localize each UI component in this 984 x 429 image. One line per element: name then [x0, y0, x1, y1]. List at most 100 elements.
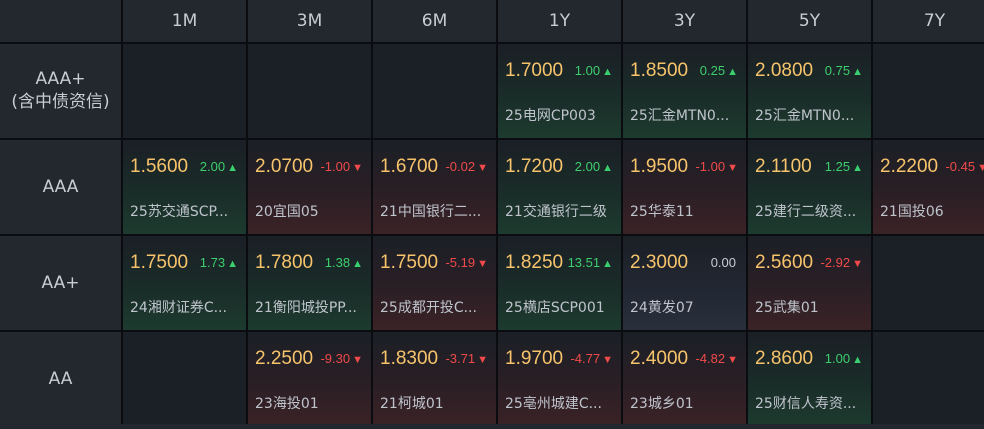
quote-cell[interactable]: 1.5600 2.00 ▲ 25苏交通SCP... [123, 140, 246, 234]
row-header-label: AA+ [41, 272, 80, 293]
yield-value: 1.7500 [130, 252, 189, 273]
quote-cell[interactable]: 1.6700 -0.02 ▼ 21中国银行二... [373, 140, 496, 234]
up-arrow-icon: ▲ [727, 66, 738, 78]
down-arrow-icon: ▼ [727, 354, 738, 366]
up-arrow-icon: ▲ [352, 258, 363, 270]
yield-change: 1.00 ▲ [825, 351, 863, 366]
yield-value: 1.8300 [380, 348, 439, 369]
up-arrow-icon: ▲ [227, 258, 238, 270]
column-header-5y[interactable]: 5Y [748, 0, 871, 42]
bond-name: 21国投06 [880, 204, 944, 220]
row-header-sublabel: (含中债资信) [11, 92, 110, 112]
corner-cell [0, 0, 121, 42]
row-header-label: AAA+ [35, 69, 86, 89]
yield-value: 1.6700 [380, 156, 439, 177]
bond-name: 21衡阳城投PP... [255, 300, 357, 316]
change-value: -4.77 [570, 351, 601, 366]
yield-value: 2.2200 [880, 156, 939, 177]
change-value: 0.00 [710, 255, 736, 270]
bond-name: 25武集01 [755, 300, 819, 316]
yield-change: 0.25 ▲ [700, 63, 738, 78]
bond-name: 25财信人寿资... [755, 396, 857, 412]
column-header-1m[interactable]: 1M [123, 0, 246, 42]
empty-cell [123, 44, 246, 138]
yield-value: 2.3000 [630, 252, 689, 273]
yield-change: -1.00 ▼ [695, 159, 738, 174]
bond-name: 25汇金MTN0... [630, 108, 730, 124]
quote-cell[interactable]: 1.9700 -4.77 ▼ 25亳州城建C... [498, 332, 621, 426]
bond-name: 25苏交通SCP... [130, 204, 229, 220]
empty-cell [873, 332, 984, 426]
up-arrow-icon: ▲ [852, 162, 863, 174]
column-header-3m[interactable]: 3M [248, 0, 371, 42]
up-arrow-icon: ▲ [852, 66, 863, 78]
yield-value: 2.1100 [755, 156, 812, 177]
yield-change: 13.51 ▲ [568, 255, 613, 270]
quote-cell[interactable]: 2.1100 1.25 ▲ 25建行二级资... [748, 140, 871, 234]
empty-cell [873, 44, 984, 138]
quote-cell[interactable]: 2.2500 -9.30 ▼ 23海投01 [248, 332, 371, 426]
quote-cell[interactable]: 2.3000 0.00 24黄发07 [623, 236, 746, 330]
column-header-3y[interactable]: 3Y [623, 0, 746, 42]
column-header-7y[interactable]: 7Y [873, 0, 984, 42]
change-value: 1.73 [199, 255, 226, 270]
yield-value: 2.4000 [630, 348, 689, 369]
yield-change: 0.75 ▲ [825, 63, 863, 78]
bond-name: 25汇金MTN0... [755, 108, 855, 124]
yield-change: 0.00 [711, 255, 736, 270]
yield-value: 1.7800 [255, 252, 314, 273]
yield-value: 2.0800 [755, 60, 814, 81]
empty-cell [373, 44, 496, 138]
column-header-1y[interactable]: 1Y [498, 0, 621, 42]
down-arrow-icon: ▼ [477, 258, 488, 270]
up-arrow-icon: ▲ [602, 162, 613, 174]
yield-change: 2.00 ▲ [575, 159, 613, 174]
yield-value: 1.7200 [505, 156, 564, 177]
empty-cell [123, 332, 246, 426]
quote-cell[interactable]: 2.4000 -4.82 ▼ 23城乡01 [623, 332, 746, 426]
change-value: 1.38 [324, 255, 351, 270]
row-header: AA [0, 332, 121, 426]
row-header-label: AA [48, 368, 73, 389]
bond-name: 25建行二级资... [755, 204, 857, 220]
column-header-6m[interactable]: 6M [373, 0, 496, 42]
quote-cell[interactable]: 1.7500 -5.19 ▼ 25成都开投C... [373, 236, 496, 330]
bond-name: 24湘财证券C... [130, 300, 227, 316]
up-arrow-icon: ▲ [852, 354, 863, 366]
empty-cell [873, 236, 984, 330]
change-value: -1.00 [695, 159, 726, 174]
yield-change: -2.92 ▼ [820, 255, 863, 270]
quote-cell[interactable]: 1.7000 1.00 ▲ 25电网CP003 [498, 44, 621, 138]
bond-name: 20宜国05 [255, 204, 319, 220]
bond-name: 25横店SCP001 [505, 300, 605, 316]
bond-name: 25电网CP003 [505, 108, 596, 124]
yield-change: -9.30 ▼ [320, 351, 363, 366]
change-value: -2.92 [820, 255, 851, 270]
yield-value: 1.8500 [630, 60, 689, 81]
quote-cell[interactable]: 1.8300 -3.71 ▼ 21柯城01 [373, 332, 496, 426]
change-value: -1.00 [320, 159, 351, 174]
quote-cell[interactable]: 1.8500 0.25 ▲ 25汇金MTN0... [623, 44, 746, 138]
change-value: -5.19 [445, 255, 476, 270]
quote-cell[interactable]: 1.7800 1.38 ▲ 21衡阳城投PP... [248, 236, 371, 330]
quote-cell[interactable]: 1.7200 2.00 ▲ 21交通银行二级 [498, 140, 621, 234]
down-arrow-icon: ▼ [352, 354, 363, 366]
down-arrow-icon: ▼ [977, 162, 984, 174]
down-arrow-icon: ▼ [727, 162, 738, 174]
yield-change: -3.71 ▼ [445, 351, 488, 366]
quote-cell[interactable]: 2.0800 0.75 ▲ 25汇金MTN0... [748, 44, 871, 138]
bond-name: 21交通银行二级 [505, 204, 607, 220]
yield-change: -4.77 ▼ [570, 351, 613, 366]
quote-cell[interactable]: 1.9500 -1.00 ▼ 25华泰11 [623, 140, 746, 234]
row-header-label: AAA [42, 176, 79, 197]
quote-cell[interactable]: 1.8250 13.51 ▲ 25横店SCP001 [498, 236, 621, 330]
quote-cell[interactable]: 2.0700 -1.00 ▼ 20宜国05 [248, 140, 371, 234]
quote-cell[interactable]: 2.5600 -2.92 ▼ 25武集01 [748, 236, 871, 330]
quote-cell[interactable]: 2.2200 -0.45 ▼ 21国投06 [873, 140, 984, 234]
quote-cell[interactable]: 2.8600 1.00 ▲ 25财信人寿资... [748, 332, 871, 426]
yield-change: -0.45 ▼ [945, 159, 984, 174]
quote-cell[interactable]: 1.7500 1.73 ▲ 24湘财证券C... [123, 236, 246, 330]
down-arrow-icon: ▼ [477, 162, 488, 174]
change-value: 13.51 [567, 255, 601, 270]
down-arrow-icon: ▼ [852, 258, 863, 270]
